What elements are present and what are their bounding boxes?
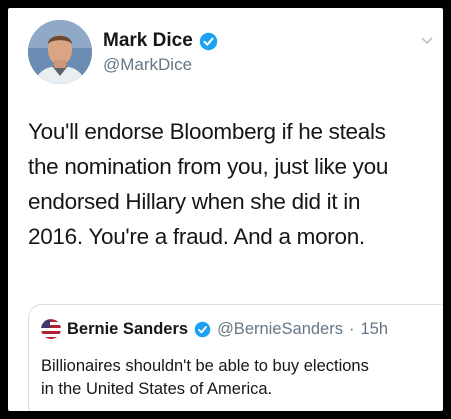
verified-badge-icon (199, 32, 218, 51)
tweet-text: You'll endorse Bloomberg if he steals th… (28, 114, 438, 254)
author-avatar[interactable] (28, 20, 92, 84)
author-name[interactable]: Mark Dice (103, 30, 193, 52)
quoted-tweet-time[interactable]: 15h (360, 320, 388, 339)
quoted-tweet[interactable]: Bernie Sanders @BernieSanders · 15h Billio… (28, 304, 443, 411)
flag-avatar-icon[interactable] (41, 319, 61, 339)
quoted-tweet-header: Bernie Sanders @BernieSanders · 15h (41, 319, 388, 339)
verified-badge-icon (194, 321, 211, 338)
quoted-author-handle[interactable]: @BernieSanders (217, 320, 343, 339)
profile-photo-icon (28, 20, 92, 84)
tweet-text-line: endorsed Hillary when she did it in (28, 189, 361, 214)
quoted-text-line: in the United States of America. (41, 380, 273, 398)
quoted-author-name[interactable]: Bernie Sanders (67, 320, 188, 339)
author-name-row[interactable]: Mark Dice (103, 30, 218, 52)
quoted-text-line: Billionaires shouldn't be able to buy el… (41, 357, 369, 375)
quoted-tweet-text: Billionaires shouldn't be able to buy el… (41, 355, 369, 401)
tweet-card: Mark Dice @MarkDice You'll endorse Bloom… (8, 8, 443, 411)
chevron-down-icon[interactable] (421, 36, 433, 46)
separator-dot: · (348, 319, 355, 338)
tweet-text-line: You'll endorse Bloomberg if he steals (28, 119, 386, 144)
author-handle[interactable]: @MarkDice (103, 55, 192, 75)
tweet-text-line: the nomination from you, just like you (28, 154, 389, 179)
tweet-text-line: 2016. You're a fraud. And a moron. (28, 224, 365, 249)
